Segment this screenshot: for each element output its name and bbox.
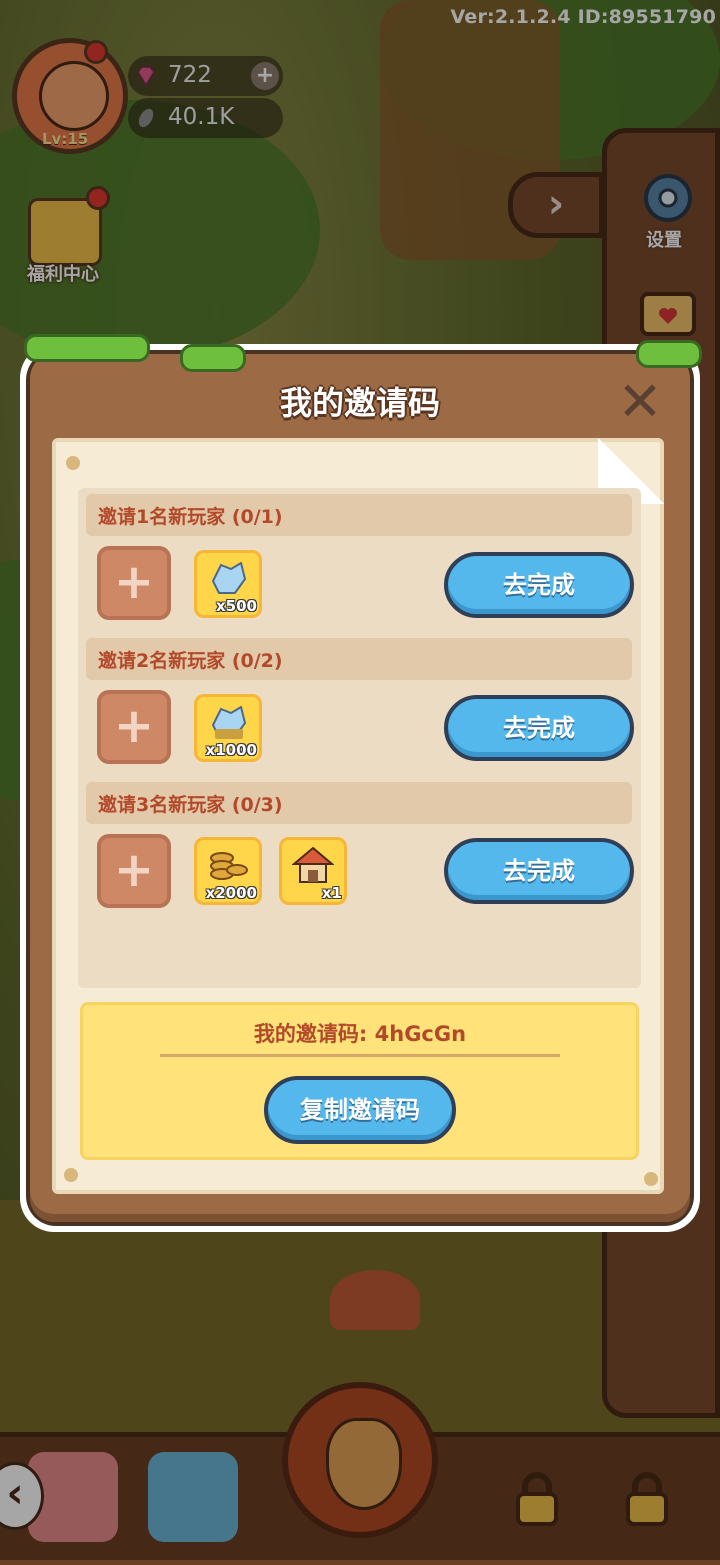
crystal-icon — [211, 705, 247, 739]
reward-item: x2000 — [194, 837, 262, 905]
invite-code-text: 我的邀请码: 4hGcGn — [253, 1022, 467, 1046]
pin-icon — [66, 456, 80, 470]
copy-invite-code-button[interactable]: 复制邀请码 — [264, 1076, 456, 1144]
grass-decoration — [24, 334, 150, 362]
reward-item: x1000 — [194, 694, 262, 762]
house-icon — [292, 846, 334, 883]
reward-item: x500 — [194, 550, 262, 618]
task-header: 邀请3名新玩家 (0/3) — [86, 782, 632, 824]
grass-decoration — [636, 340, 702, 368]
reward-quantity: x2000 — [205, 884, 257, 902]
pin-icon — [64, 1168, 78, 1182]
go-complete-button[interactable]: 去完成 — [444, 695, 634, 761]
task-header: 邀请1名新玩家 (0/1) — [86, 494, 632, 536]
add-friend-slot[interactable]: + — [97, 546, 171, 620]
task-header: 邀请2名新玩家 (0/2) — [86, 638, 632, 680]
task-title: 邀请2名新玩家 (0/2) — [98, 650, 283, 672]
add-friend-slot[interactable]: + — [97, 834, 171, 908]
go-complete-button[interactable]: 去完成 — [444, 552, 634, 618]
add-friend-slot[interactable]: + — [97, 690, 171, 764]
reward-quantity: x500 — [216, 597, 257, 615]
coins-icon — [210, 852, 248, 880]
close-icon[interactable]: ✕ — [612, 375, 668, 429]
divider — [160, 1054, 560, 1057]
crystal-icon — [211, 561, 247, 594]
pin-icon — [644, 1172, 658, 1186]
task-title: 邀请1名新玩家 (0/1) — [98, 506, 283, 528]
task-title: 邀请3名新玩家 (0/3) — [98, 794, 283, 816]
grass-decoration — [180, 344, 246, 372]
reward-quantity: x1 — [321, 884, 342, 902]
reward-item: x1 — [279, 837, 347, 905]
go-complete-button[interactable]: 去完成 — [444, 838, 634, 904]
reward-quantity: x1000 — [205, 741, 257, 759]
